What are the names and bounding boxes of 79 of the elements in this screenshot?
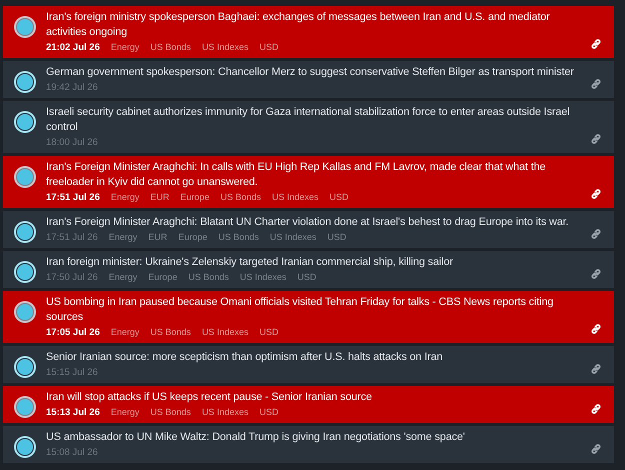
link-icon[interactable] xyxy=(590,323,602,335)
news-card[interactable]: Israeli security cabinet authorizes immunity for Gaza international stabilization force to enter areas outside Israel control 18:00 Jul 26 xyxy=(3,101,614,153)
timestamp: 18:00 Jul 26 xyxy=(46,136,98,149)
headline[interactable]: US ambassador to UN Mike Waltz: Donald Trump is giving Iran negotiations 'some space' xyxy=(46,430,584,445)
link-icon[interactable] xyxy=(590,228,602,240)
link-icon[interactable] xyxy=(590,443,602,455)
news-card[interactable]: Senior Iranian source: more scepticism than optimism after U.S. halts attacks on Iran 15:15 Jul 26 xyxy=(3,346,614,383)
timestamp: 15:08 Jul 26 xyxy=(46,446,98,459)
timestamp: 17:51 Jul 26 xyxy=(46,191,100,204)
tag[interactable]: Energy xyxy=(110,327,140,337)
tag[interactable]: USD xyxy=(330,192,349,202)
tag[interactable]: USD xyxy=(327,232,346,242)
news-card[interactable]: Iran foreign minister: Ukraine's Zelenskiy targeted Iranian commercial ship, killing sailor 17:50 Jul 26 Energy Europe US Bonds US Indexes USD xyxy=(3,251,614,288)
status-dot-icon xyxy=(13,70,37,94)
tag[interactable]: USD xyxy=(259,42,278,52)
news-card[interactable]: US ambassador to UN Mike Waltz: Donald Trump is giving Iran negotiations 'some space' 15:08 Jul 26 xyxy=(3,426,614,463)
tag[interactable]: US Bonds xyxy=(188,272,229,282)
headline[interactable]: Iran will stop attacks if US keeps recent pause - Senior Iranian source xyxy=(46,390,584,405)
tag[interactable]: Energy xyxy=(110,42,140,52)
headline[interactable]: German government spokesperson: Chancellor Merz to suggest conservative Steffen Bilger as transport minister xyxy=(46,65,584,80)
headline[interactable]: Iran's Foreign Minister Araghchi: In calls with EU High Rep Kallas and FM Lavrov, made clear that what the freeloader in Kyiv did cannot go unanswered. xyxy=(46,160,584,190)
tag[interactable]: US Indexes xyxy=(270,232,316,242)
status-dot-icon xyxy=(13,300,37,324)
status-dot-icon xyxy=(13,165,37,189)
tag[interactable]: US Indexes xyxy=(202,407,248,417)
tag[interactable]: USD xyxy=(259,327,278,337)
tag[interactable]: EUR xyxy=(148,232,168,242)
tag[interactable]: US Indexes xyxy=(272,192,319,202)
headline[interactable]: Iran's foreign ministry spokesperson Baghaei: exchanges of messages between Iran and U.S. and mediator activities ongoing xyxy=(46,10,584,40)
tag[interactable]: US Bonds xyxy=(220,192,261,202)
timestamp: 15:13 Jul 26 xyxy=(46,406,100,419)
tag[interactable]: Europe xyxy=(178,232,208,242)
headline[interactable]: Iran foreign minister: Ukraine's Zelenskiy targeted Iranian commercial ship, killing sailor xyxy=(46,255,584,270)
tag[interactable]: US Bonds xyxy=(218,232,259,242)
status-dot-icon xyxy=(13,355,37,379)
news-card[interactable] xyxy=(3,156,614,208)
news-card[interactable]: German government spokesperson: Chancellor Merz to suggest conservative Steffen Bilger as transport minister 19:42 Jul 26 xyxy=(3,61,614,98)
news-card[interactable]: US bombing in Iran paused because Omani officials visited Tehran Friday for talks - CBS News reports citing sources 17:05 Jul 26 Energy US Bonds US Indexes USD xyxy=(3,291,614,343)
news-card[interactable]: Iran's Foreign Minister Araghchi: Blatant UN Charter violation done at Israel's behest to drag Europe into its war. 17:51 Jul 26 Energy EUR Europe US Bonds US Indexes USD xyxy=(3,211,614,248)
status-dot-icon xyxy=(13,395,37,419)
link-icon[interactable] xyxy=(590,403,602,415)
tag[interactable]: US Bonds xyxy=(150,407,191,417)
timestamp: 17:05 Jul 26 xyxy=(46,326,100,339)
timestamp: 17:51 Jul 26 xyxy=(46,231,98,244)
tag[interactable]: US Indexes xyxy=(240,272,286,282)
news-card[interactable]: Iran's foreign ministry spokesperson Baghaei: exchanges of messages between Iran and U.S. and mediator activities ongoing 21:02 Jul 26 Energy US Bonds US Indexes USD xyxy=(3,6,614,58)
tag[interactable]: Europe xyxy=(148,272,178,282)
tag[interactable]: Energy xyxy=(108,272,138,282)
timestamp: 15:15 Jul 26 xyxy=(46,366,98,379)
tag[interactable]: US Indexes xyxy=(202,327,248,337)
link-icon[interactable] xyxy=(590,188,602,200)
link-icon[interactable] xyxy=(590,268,602,280)
timestamp: 19:42 Jul 26 xyxy=(46,81,98,94)
status-dot-icon xyxy=(13,260,37,284)
tag[interactable]: USD xyxy=(259,407,278,417)
status-dot-icon xyxy=(13,220,37,244)
status-dot-icon xyxy=(13,110,37,134)
tag[interactable]: Energy xyxy=(110,407,140,417)
link-icon[interactable] xyxy=(590,363,602,375)
tag[interactable]: Europe xyxy=(180,192,210,202)
headline[interactable]: US bombing in Iran paused because Omani officials visited Tehran Friday for talks - CBS News reports citing sources xyxy=(46,295,584,325)
tag[interactable]: EUR xyxy=(150,192,170,202)
news-card[interactable]: Iran will stop attacks if US keeps recent pause - Senior Iranian source 15:13 Jul 26 Energy US Bonds US Indexes USD xyxy=(3,386,614,423)
timestamp: 17:50 Jul 26 xyxy=(46,271,98,284)
status-dot-icon xyxy=(13,435,37,459)
link-icon[interactable] xyxy=(590,78,602,90)
tag[interactable]: Energy xyxy=(110,192,140,202)
timestamp: 21:02 Jul 26 xyxy=(46,41,100,54)
link-icon[interactable] xyxy=(590,38,602,50)
tag[interactable]: US Bonds xyxy=(150,42,191,52)
tag[interactable]: USD xyxy=(297,272,316,282)
headline[interactable]: Israeli security cabinet authorizes immunity for Gaza international stabilization force to enter areas outside Israel control xyxy=(46,105,584,135)
status-dot-icon xyxy=(13,15,37,39)
headline[interactable]: Iran's Foreign Minister Araghchi: Blatant UN Charter violation done at Israel's behest to drag Europe into its war. xyxy=(46,215,584,230)
tag[interactable]: Energy xyxy=(108,232,138,242)
link-icon[interactable] xyxy=(590,133,602,145)
tag[interactable]: US Indexes xyxy=(202,42,248,52)
headline[interactable]: Senior Iranian source: more scepticism than optimism after U.S. halts attacks on Iran xyxy=(46,350,584,365)
tag[interactable]: US Bonds xyxy=(150,327,191,337)
